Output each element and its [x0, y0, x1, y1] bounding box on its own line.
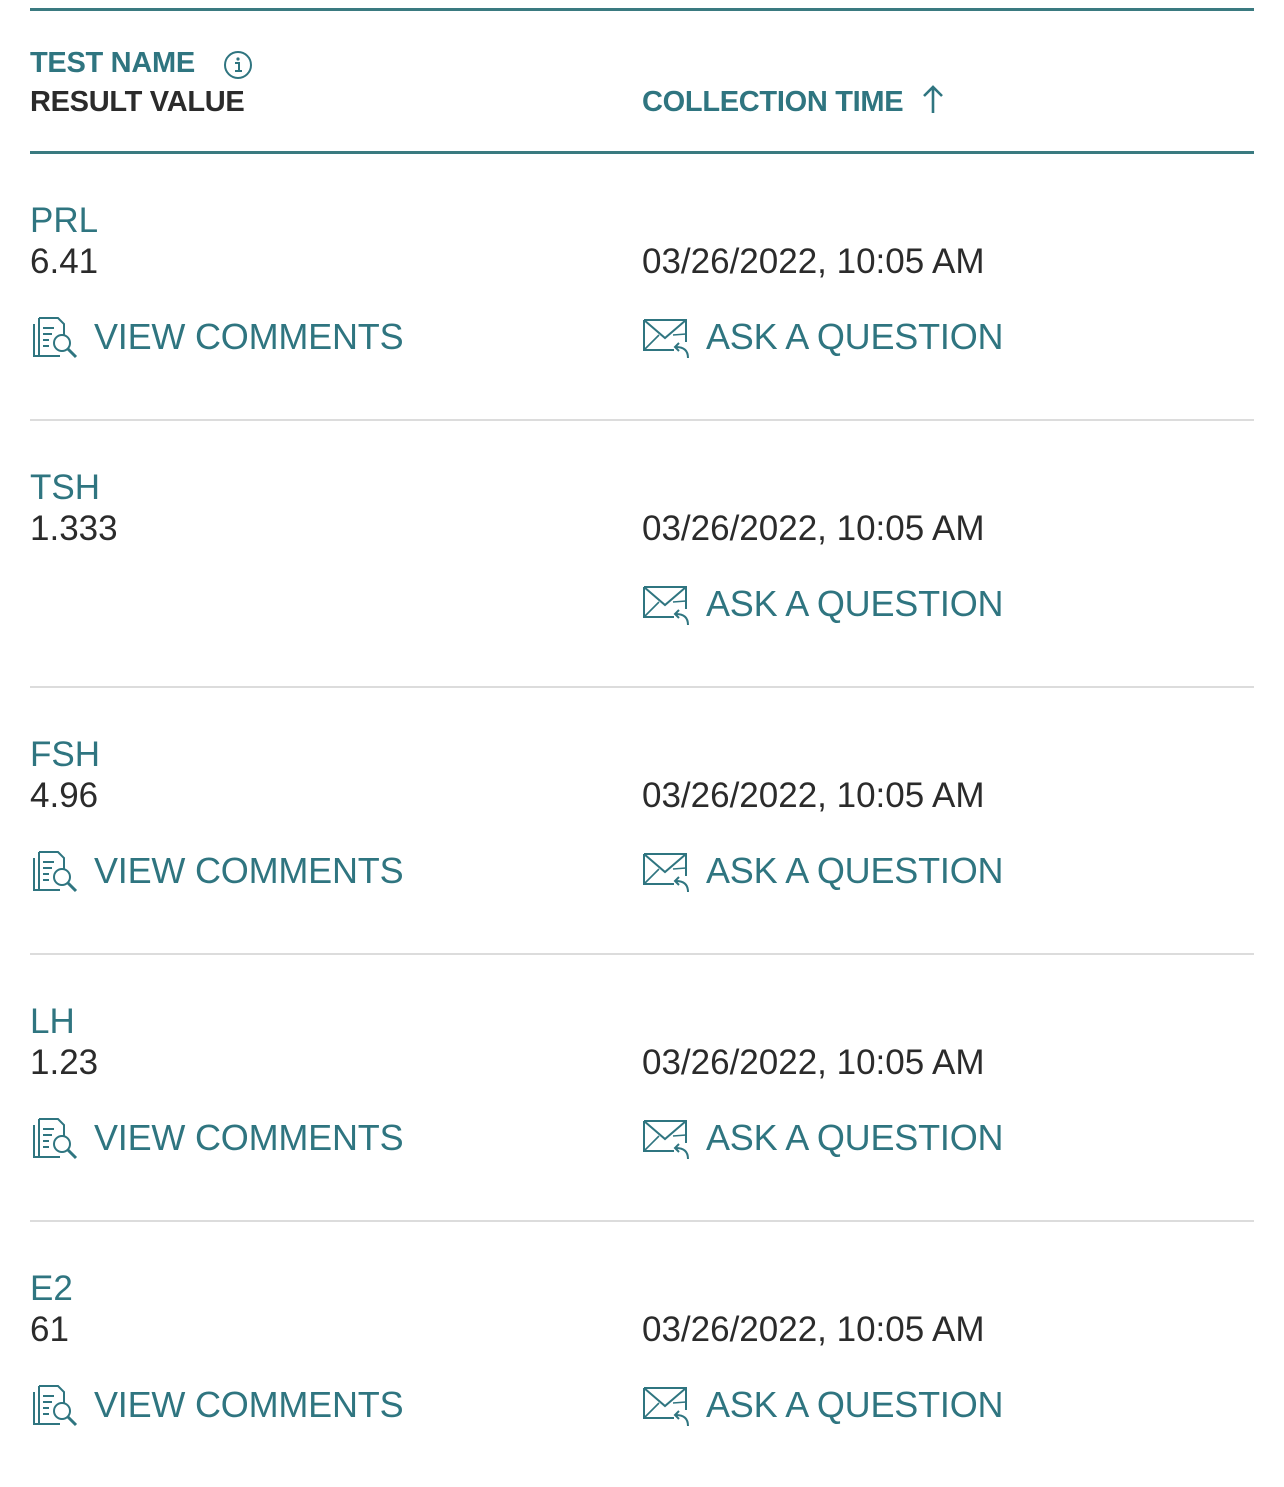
ask-question-button[interactable]: ASK A QUESTION — [642, 1113, 1003, 1163]
table-header: TEST NAME RESULT VALUE COLLECTION TIME — [30, 11, 1254, 154]
ask-question-button[interactable]: ASK A QUESTION — [642, 1380, 1003, 1430]
ask-question-label: ASK A QUESTION — [706, 850, 1004, 891]
ask-question-label: ASK A QUESTION — [706, 1117, 1004, 1158]
test-name: PRL — [30, 201, 99, 240]
envelope-reply-icon — [643, 853, 689, 893]
ask-question-label: ASK A QUESTION — [706, 316, 1004, 357]
envelope-reply-icon — [643, 586, 689, 626]
result-value-header: RESULT VALUE — [30, 86, 245, 118]
document-search-icon — [33, 1385, 78, 1427]
table-row: LH 1.23 03/26/2022, 10:05 AM VIEW COMMEN… — [30, 955, 1254, 1222]
table-row: TSH 1.333 03/26/2022, 10:05 AM ASK A QUE… — [30, 421, 1254, 688]
test-name-header: TEST NAME — [30, 47, 195, 79]
test-name: LH — [30, 1002, 75, 1041]
test-name: E2 — [30, 1269, 73, 1308]
document-search-icon — [33, 317, 78, 359]
envelope-reply-icon — [643, 1120, 689, 1160]
view-comments-label: VIEW COMMENTS — [94, 850, 404, 891]
view-comments-button[interactable]: VIEW COMMENTS — [30, 1113, 404, 1163]
view-comments-button[interactable]: VIEW COMMENTS — [30, 846, 404, 896]
ask-question-button[interactable]: ASK A QUESTION — [642, 312, 1003, 362]
ask-question-button[interactable]: ASK A QUESTION — [642, 579, 1003, 629]
collection-time: 03/26/2022, 10:05 AM — [642, 1043, 985, 1082]
view-comments-button[interactable]: VIEW COMMENTS — [30, 1380, 404, 1430]
ask-question-label: ASK A QUESTION — [706, 583, 1004, 624]
view-comments-label: VIEW COMMENTS — [94, 316, 404, 357]
result-value: 1.333 — [30, 509, 118, 548]
info-icon[interactable] — [222, 49, 254, 81]
view-comments-button[interactable]: VIEW COMMENTS — [30, 312, 404, 362]
ask-question-button[interactable]: ASK A QUESTION — [642, 846, 1003, 896]
collection-time: 03/26/2022, 10:05 AM — [642, 776, 985, 815]
arrow-up-icon[interactable] — [920, 83, 946, 115]
envelope-reply-icon — [643, 1387, 689, 1427]
result-value: 61 — [30, 1310, 69, 1349]
document-search-icon — [33, 1118, 78, 1160]
table-row: PRL 6.41 03/26/2022, 10:05 AM VIEW COMME… — [30, 154, 1254, 421]
collection-time-sort-header[interactable]: COLLECTION TIME — [642, 86, 904, 119]
table-row: E2 61 03/26/2022, 10:05 AM VIEW COMMENTS — [30, 1222, 1254, 1487]
result-value: 6.41 — [30, 242, 99, 281]
table-row: FSH 4.96 03/26/2022, 10:05 AM VIEW COMME… — [30, 688, 1254, 955]
result-value: 1.23 — [30, 1043, 99, 1082]
view-comments-label: VIEW COMMENTS — [94, 1117, 404, 1158]
result-value: 4.96 — [30, 776, 99, 815]
test-name: FSH — [30, 735, 100, 774]
ask-question-label: ASK A QUESTION — [706, 1384, 1004, 1425]
envelope-reply-icon — [643, 319, 689, 359]
results-list: PRL 6.41 03/26/2022, 10:05 AM VIEW COMME… — [30, 154, 1254, 1487]
collection-time: 03/26/2022, 10:05 AM — [642, 509, 985, 548]
document-search-icon — [33, 851, 78, 893]
collection-time: 03/26/2022, 10:05 AM — [642, 242, 985, 281]
view-comments-label: VIEW COMMENTS — [94, 1384, 404, 1425]
test-name: TSH — [30, 468, 100, 507]
collection-time: 03/26/2022, 10:05 AM — [642, 1310, 985, 1349]
lab-results-table: TEST NAME RESULT VALUE COLLECTION TIME P… — [30, 8, 1254, 1487]
